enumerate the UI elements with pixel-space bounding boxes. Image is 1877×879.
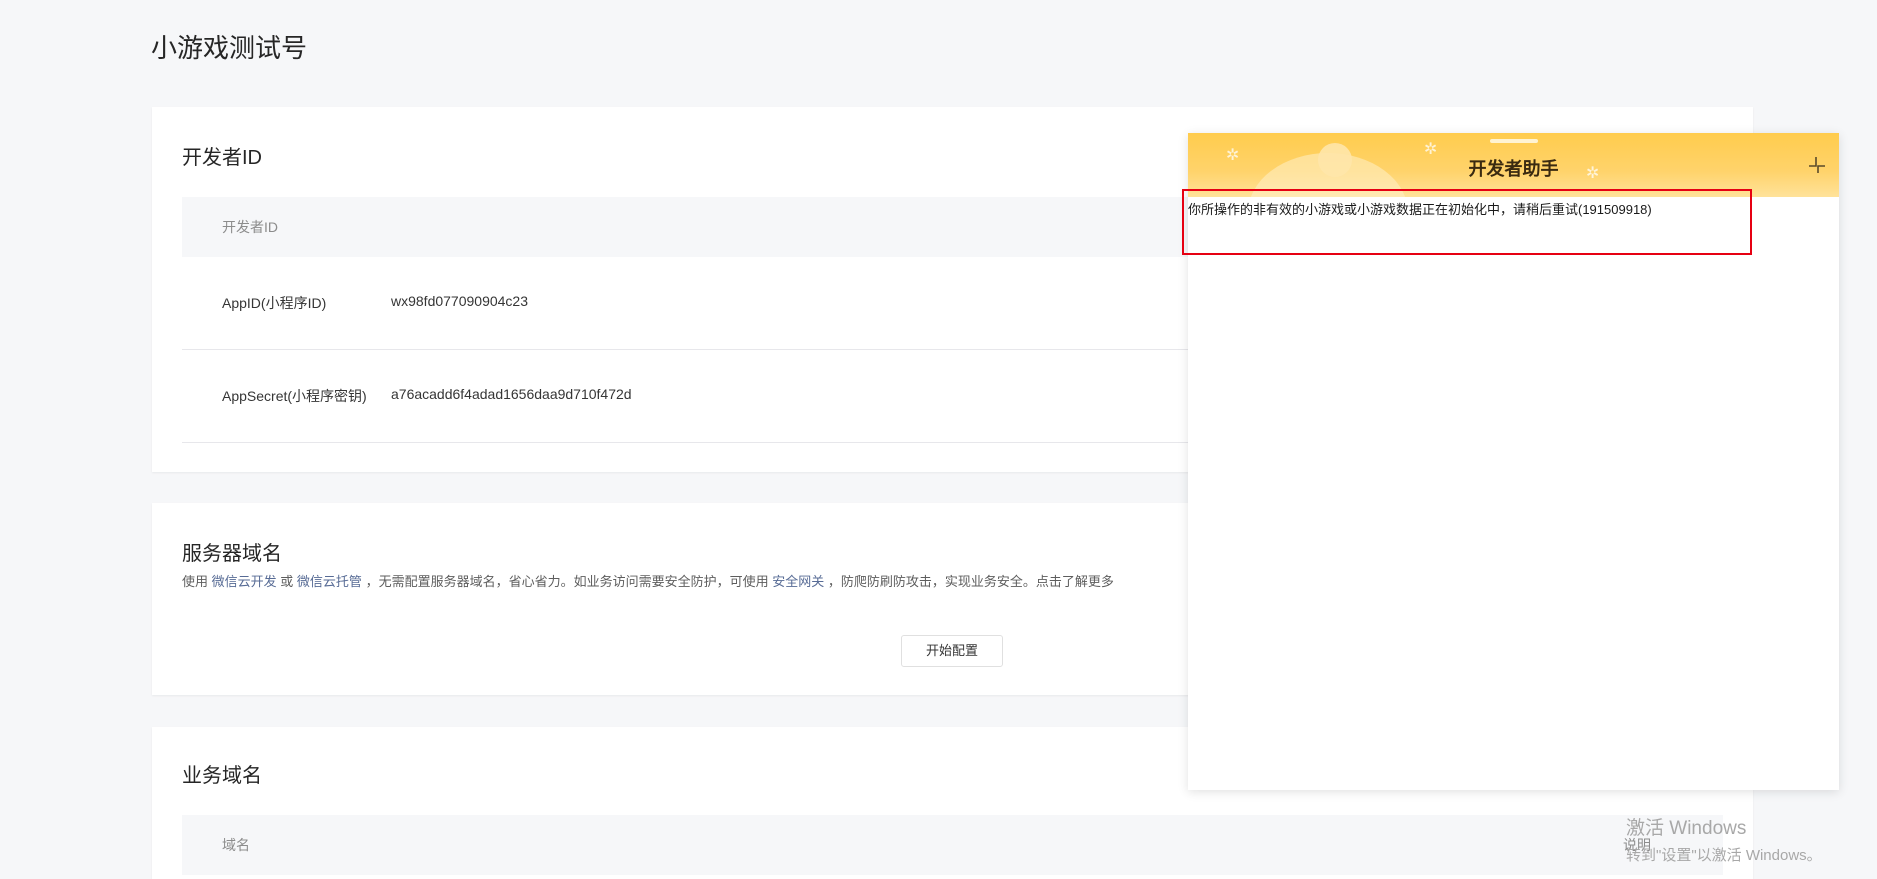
collapse-icon[interactable]: [1807, 155, 1827, 175]
windows-activation-watermark: 激活 Windows 转到"设置"以激活 Windows。: [1626, 813, 1822, 865]
business-header-domain: 域名: [222, 837, 250, 853]
security-gateway-link[interactable]: 安全网关: [772, 574, 824, 589]
developer-id-title: 开发者ID: [182, 147, 262, 169]
assistant-title: 开发者助手: [1468, 159, 1559, 179]
server-domain-title: 服务器域名: [182, 543, 282, 565]
drag-handle[interactable]: [1490, 139, 1538, 143]
start-config-button[interactable]: 开始配置: [901, 635, 1003, 667]
business-table-header: 域名 说明: [182, 815, 1723, 875]
watermark-line1: 激活 Windows: [1626, 818, 1747, 839]
wechat-cloud-dev-link[interactable]: 微信云开发: [212, 574, 277, 589]
desc-or: 或: [280, 574, 294, 589]
watermark-line2: 转到"设置"以激活 Windows。: [1626, 847, 1822, 864]
assistant-header: ✲ ✲ ✲ 开发者助手: [1188, 133, 1839, 197]
wechat-cloud-hosting-link[interactable]: 微信云托管: [297, 574, 362, 589]
desc-mid: ，无需配置服务器域名，省心省力。如业务访问需要安全防护，可使用: [365, 574, 769, 589]
page-title: 小游戏测试号: [151, 33, 308, 63]
server-domain-description: 使用 微信云开发 或 微信云托管 ，无需配置服务器域名，省心省力。如业务访问需要…: [182, 571, 1114, 590]
appid-label: AppID(小程序ID): [222, 295, 327, 311]
business-domain-title: 业务域名: [182, 765, 262, 787]
developer-table-header-label: 开发者ID: [222, 219, 278, 235]
page: 小游戏测试号 开发者ID 开发者ID AppID(小程序ID) wx98fd07…: [0, 0, 1877, 879]
appsecret-value: a76acadd6f4adad1656daa9d710f472d: [391, 386, 632, 402]
appsecret-label: AppSecret(小程序密钥): [222, 388, 367, 404]
highlight-box: [1182, 189, 1752, 255]
desc-suffix: ，防爬防刷防攻击，实现业务安全。点击了解更多: [827, 574, 1114, 589]
desc-prefix: 使用: [182, 574, 209, 589]
appid-value: wx98fd077090904c23: [391, 293, 529, 309]
